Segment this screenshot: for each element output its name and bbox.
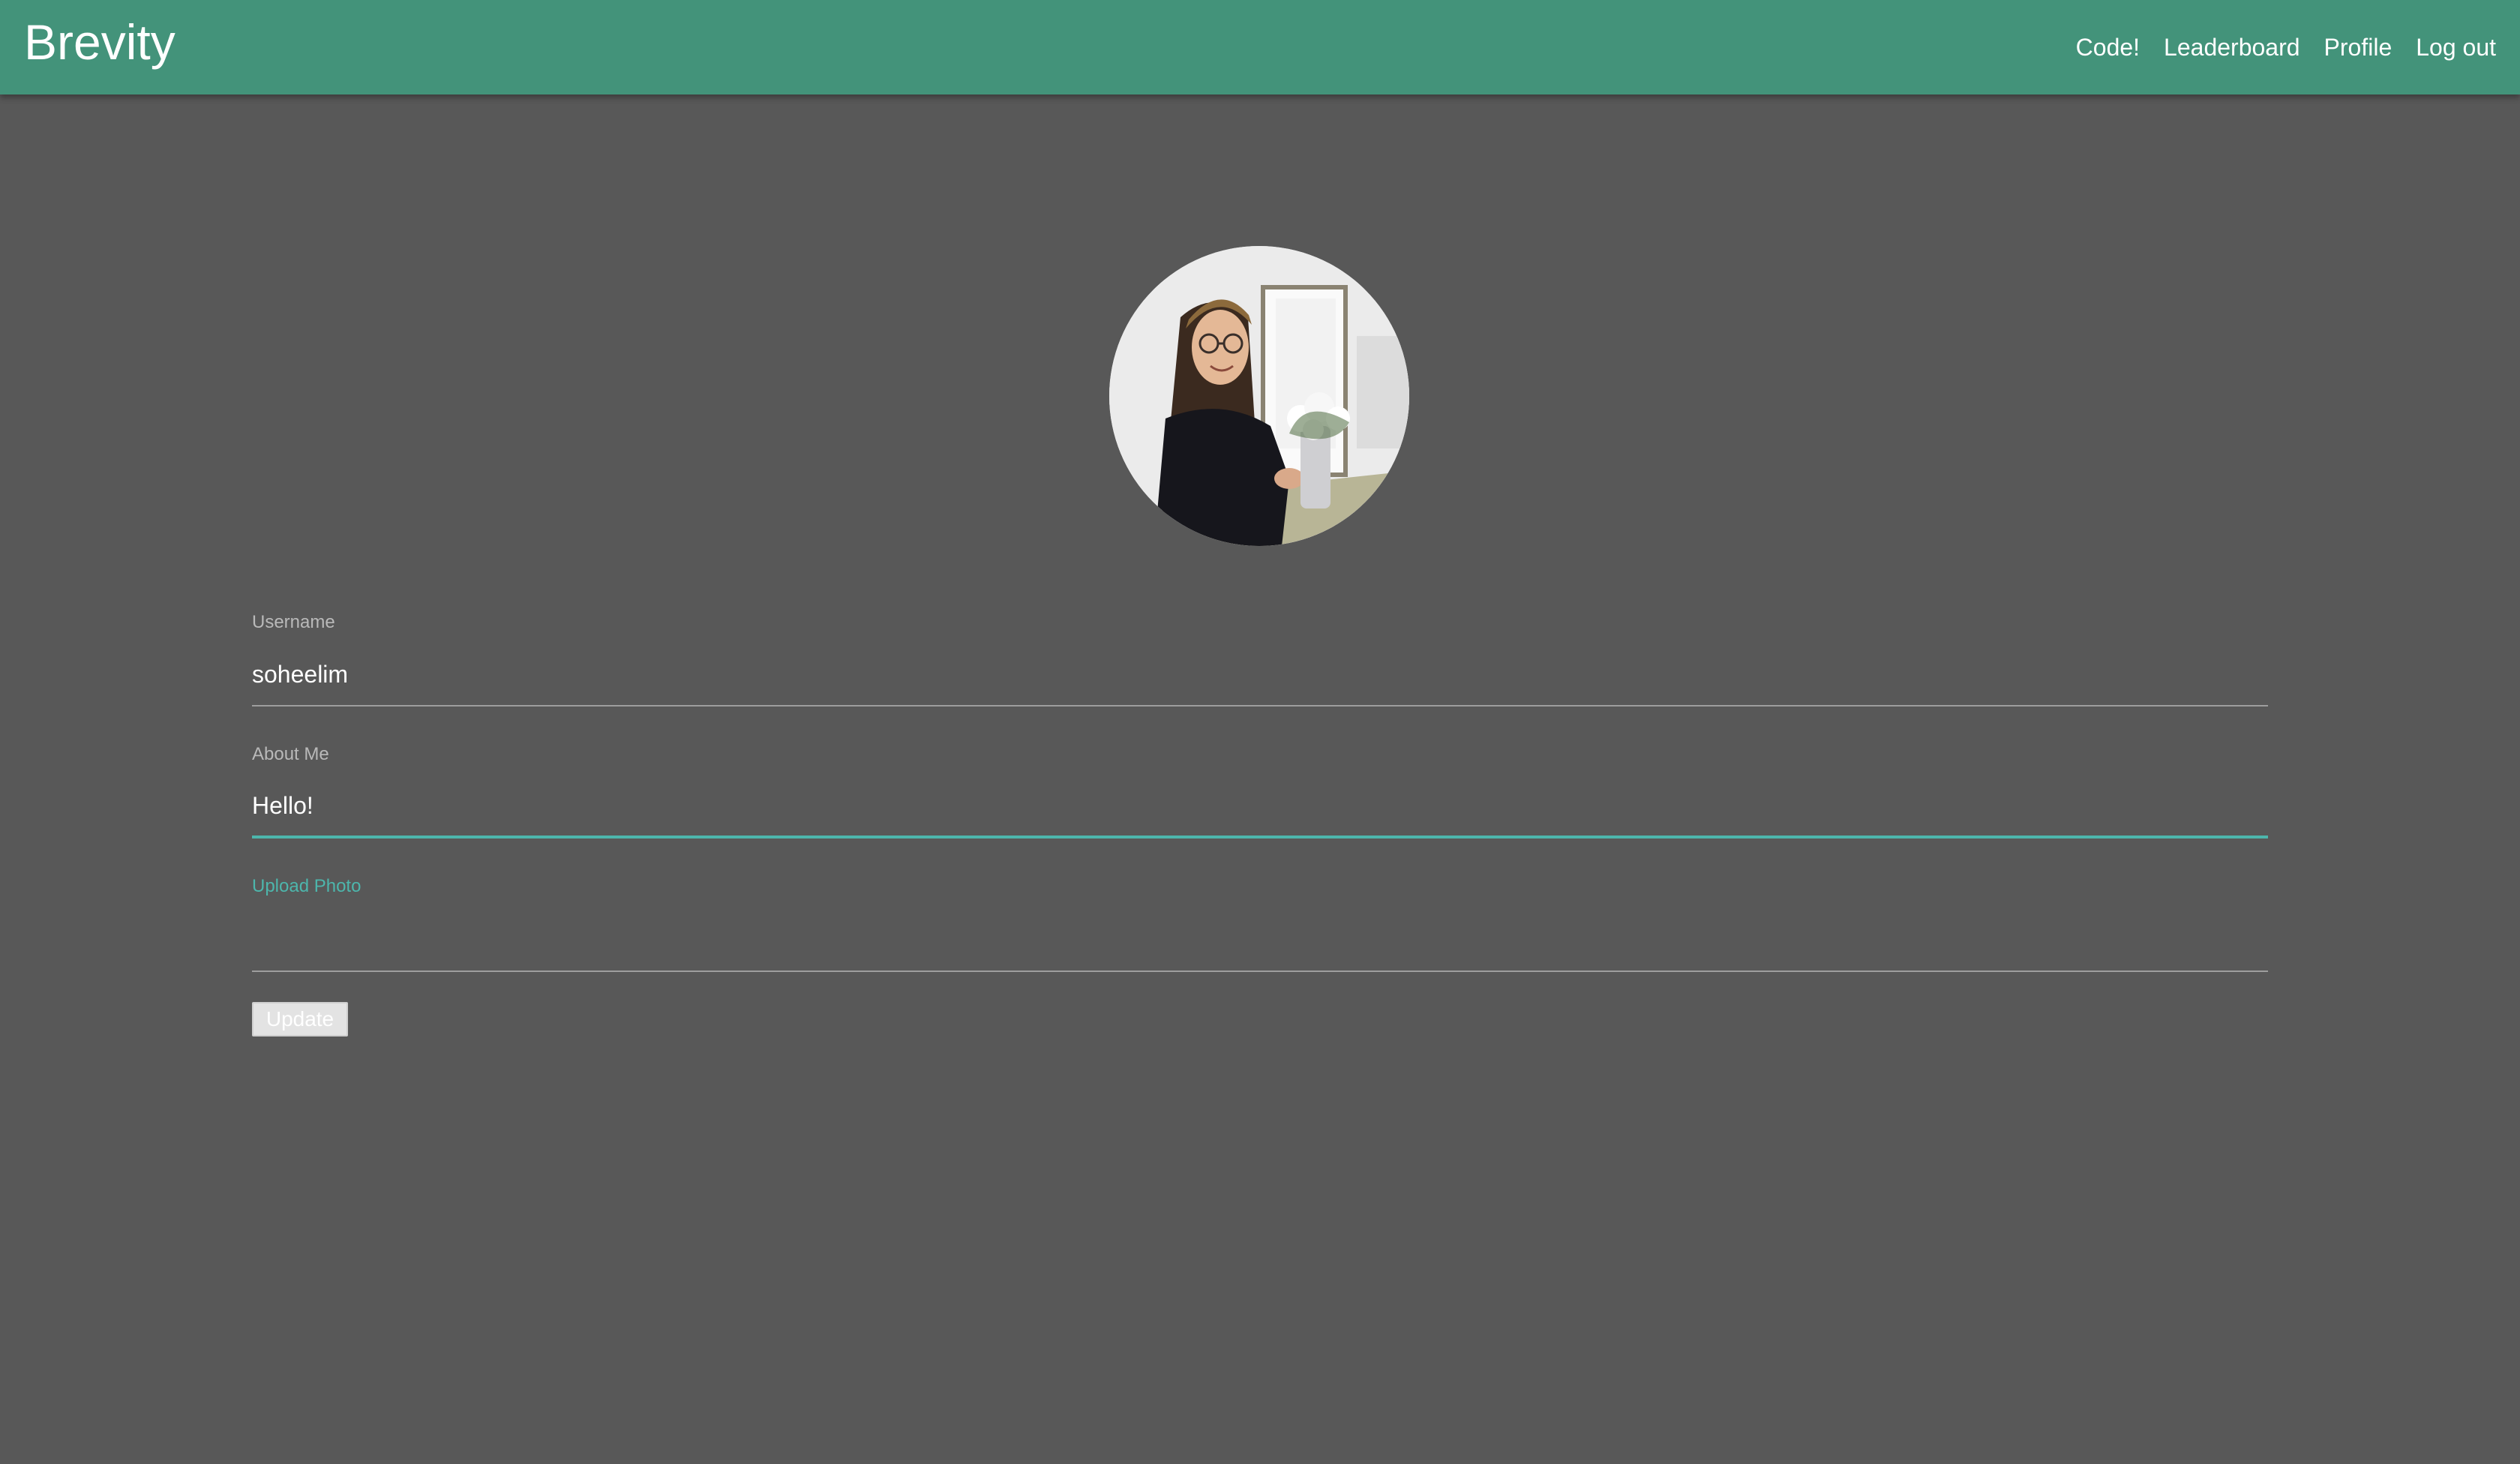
nav-link-logout[interactable]: Log out (2416, 26, 2496, 69)
top-navbar: Brevity Code! Leaderboard Profile Log ou… (0, 0, 2520, 94)
nav-link-code[interactable]: Code! (2076, 26, 2140, 69)
username-field: Username (252, 609, 2268, 741)
nav-links: Code! Leaderboard Profile Log out (2076, 26, 2496, 69)
upload-photo-label: Upload Photo (252, 876, 362, 896)
nav-link-profile[interactable]: Profile (2324, 26, 2392, 69)
about-label: About Me (252, 744, 329, 764)
about-field: About Me (252, 741, 2268, 873)
profile-avatar (1109, 246, 1409, 546)
about-input[interactable] (252, 782, 2268, 838)
avatar-photo (1109, 246, 1409, 546)
brand-logo[interactable]: Brevity (24, 10, 176, 74)
upload-photo-field: Upload Photo (252, 873, 2268, 1005)
nav-link-leaderboard[interactable]: Leaderboard (2164, 26, 2300, 69)
username-input[interactable] (252, 650, 2268, 706)
username-label: Username (252, 612, 335, 632)
profile-form: Username About Me Upload Photo (252, 609, 2268, 1005)
update-button[interactable]: Update (252, 1002, 348, 1036)
upload-photo-input[interactable] (252, 914, 2268, 972)
